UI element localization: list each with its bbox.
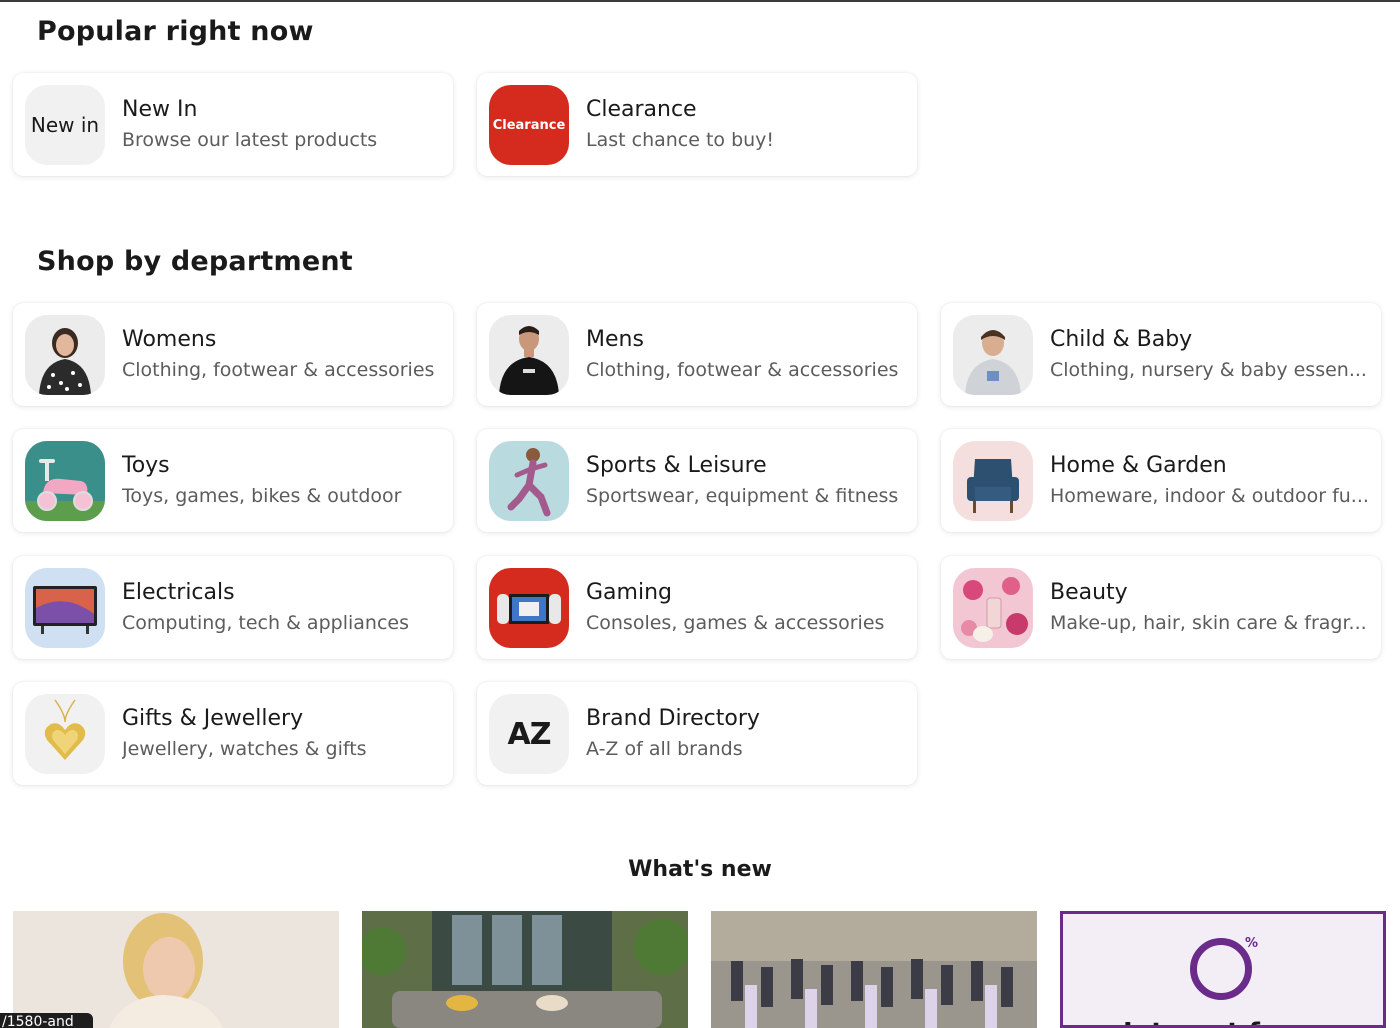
status-url-tooltip: /1580-and xyxy=(0,1013,93,1028)
card-subtitle: Homeware, indoor & outdoor fu... xyxy=(1050,485,1369,507)
popular-card-clearance[interactable]: Clearance Clearance Last chance to buy! xyxy=(477,73,917,176)
card-subtitle: A-Z of all brands xyxy=(586,738,743,760)
fashion-model-image xyxy=(13,911,339,1028)
card-title: Child & Baby xyxy=(1050,327,1193,352)
new-in-thumb-label: New in xyxy=(30,113,100,137)
department-card-home-garden[interactable]: Home & Garden Homeware, indoor & outdoor… xyxy=(941,429,1381,532)
armchair-icon xyxy=(953,441,1033,521)
card-subtitle: Last chance to buy! xyxy=(586,129,775,151)
card-title: Womens xyxy=(122,327,217,352)
az-thumb-label: AZ xyxy=(507,716,552,752)
card-subtitle: Clothing, footwear & accessories xyxy=(122,359,435,381)
department-card-mens[interactable]: Mens Clothing, footwear & accessories xyxy=(477,303,917,406)
department-card-child-baby[interactable]: Child & Baby Clothing, nursery & baby es… xyxy=(941,303,1381,406)
department-card-electricals[interactable]: Electricals Computing, tech & appliances xyxy=(13,556,453,659)
promo-heading: Interest free xyxy=(1123,1018,1308,1025)
card-subtitle: Clothing, footwear & accessories xyxy=(586,359,899,381)
card-title: Mens xyxy=(586,327,644,352)
clearance-thumb-label: Clearance xyxy=(492,117,566,133)
promo-card-fashion[interactable] xyxy=(13,911,339,1028)
promo-card-garden[interactable] xyxy=(362,911,688,1028)
department-card-sports-leisure[interactable]: Sports & Leisure Sportswear, equipment &… xyxy=(477,429,917,532)
clearance-thumb: Clearance xyxy=(489,85,569,165)
card-subtitle: Make-up, hair, skin care & fragr... xyxy=(1050,612,1367,634)
popular-card-new-in[interactable]: New in New In Browse our latest products xyxy=(13,73,453,176)
department-section-title: Shop by department xyxy=(37,246,353,277)
percent-sign: % xyxy=(1245,936,1259,951)
card-title: Home & Garden xyxy=(1050,453,1227,478)
new-in-thumb: New in xyxy=(25,85,105,165)
card-subtitle: Toys, games, bikes & outdoor xyxy=(122,485,402,507)
top-divider xyxy=(0,0,1400,2)
promo-card-crowd[interactable] xyxy=(711,911,1037,1028)
card-subtitle: Jewellery, watches & gifts xyxy=(122,738,367,760)
card-subtitle: Clothing, nursery & baby essen... xyxy=(1050,359,1367,381)
flowers-icon xyxy=(953,568,1033,648)
toy-bike-icon xyxy=(25,441,105,521)
man-model-icon xyxy=(489,315,569,395)
department-card-womens[interactable]: Womens Clothing, footwear & accessories xyxy=(13,303,453,406)
department-card-gifts-jewellery[interactable]: Gifts & Jewellery Jewellery, watches & g… xyxy=(13,682,453,785)
card-title: Beauty xyxy=(1050,580,1128,605)
card-title: Sports & Leisure xyxy=(586,453,767,478)
card-subtitle: Sportswear, equipment & fitness xyxy=(586,485,899,507)
department-card-beauty[interactable]: Beauty Make-up, hair, skin care & fragr.… xyxy=(941,556,1381,659)
card-subtitle: Computing, tech & appliances xyxy=(122,612,409,634)
card-subtitle: Consoles, games & accessories xyxy=(586,612,885,634)
department-card-gaming[interactable]: Gaming Consoles, games & accessories xyxy=(477,556,917,659)
game-console-icon xyxy=(489,568,569,648)
card-title: Gaming xyxy=(586,580,672,605)
popular-section-title: Popular right now xyxy=(37,16,314,47)
promo-card-interest-free[interactable]: % Interest free xyxy=(1060,911,1386,1028)
tv-icon xyxy=(25,568,105,648)
card-title: Brand Directory xyxy=(586,706,760,731)
runner-icon xyxy=(489,441,569,521)
card-title: Electricals xyxy=(122,580,235,605)
whats-new-title: What's new xyxy=(628,857,772,882)
woman-model-icon xyxy=(25,315,105,395)
card-title: Clearance xyxy=(586,97,697,122)
crowd-image xyxy=(711,911,1037,1028)
card-title: Gifts & Jewellery xyxy=(122,706,304,731)
card-title: Toys xyxy=(122,453,170,478)
department-card-toys[interactable]: Toys Toys, games, bikes & outdoor xyxy=(13,429,453,532)
card-title: New In xyxy=(122,97,198,122)
percent-ring-icon xyxy=(1190,938,1252,1000)
child-model-icon xyxy=(953,315,1033,395)
heart-pendant-icon xyxy=(25,694,105,774)
card-subtitle: Browse our latest products xyxy=(122,129,378,151)
garden-sofa-image xyxy=(362,911,688,1028)
az-thumb: AZ xyxy=(489,694,569,774)
department-card-brand-directory[interactable]: AZ Brand Directory A-Z of all brands xyxy=(477,682,917,785)
